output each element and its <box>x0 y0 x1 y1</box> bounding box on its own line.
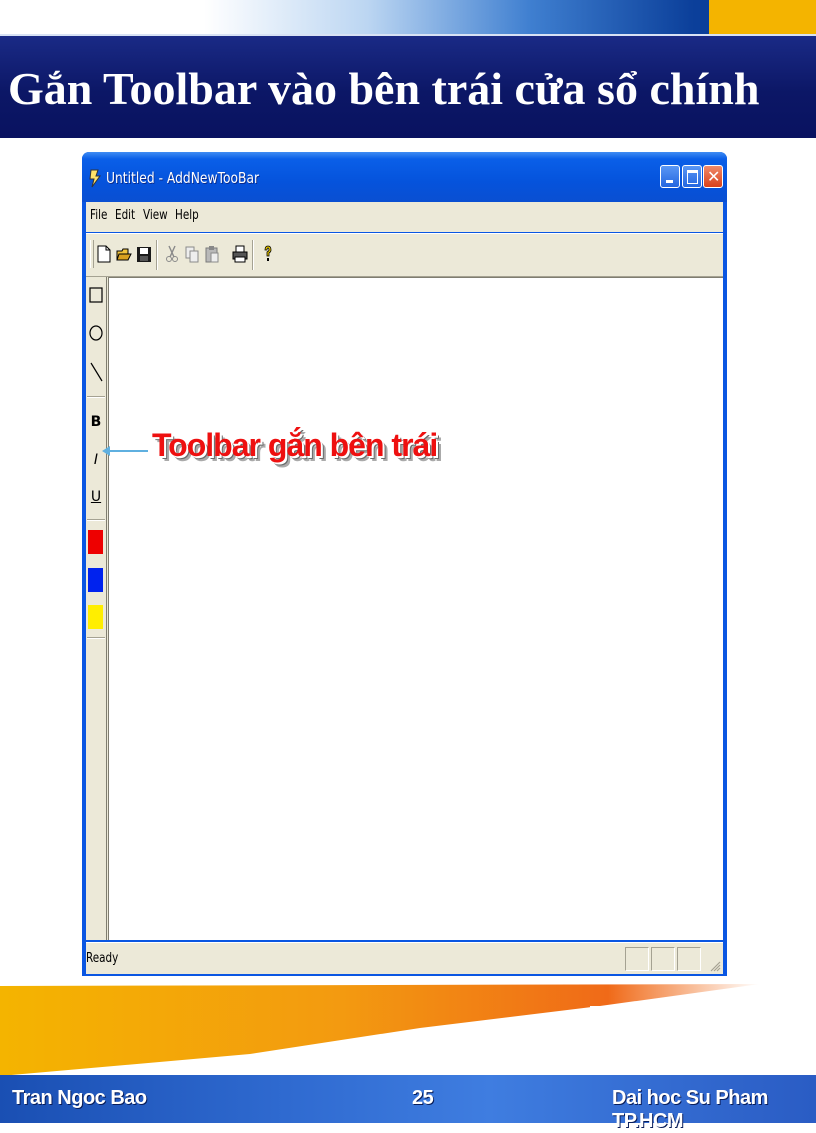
footer-author: Tran Ngoc Bao <box>12 1087 147 1109</box>
color-red-button[interactable] <box>88 530 103 554</box>
menu-help[interactable]: Help <box>175 208 199 223</box>
slide-footer: Tran Ngoc Bao 25 Dai hoc Su Pham TP.HCM <box>0 1075 816 1132</box>
close-icon: ✕ <box>707 167 721 186</box>
footer-page-number: 25 <box>412 1087 434 1109</box>
new-icon[interactable] <box>96 244 112 264</box>
color-blue-button[interactable] <box>88 568 103 592</box>
toolbar-separator <box>252 240 254 270</box>
left-toolbar: B I U <box>86 277 107 940</box>
menu-file[interactable]: File <box>90 208 107 223</box>
footer-school: Dai hoc Su Pham TP.HCM <box>612 1087 768 1132</box>
paste-icon[interactable] <box>204 244 220 264</box>
minimize-button[interactable] <box>660 165 680 188</box>
color-yellow-button[interactable] <box>88 605 103 629</box>
menu-bar: File Edit View Help <box>86 202 723 232</box>
annotation-label: Toolbar gắn bên trái <box>152 427 438 463</box>
resize-grip-icon[interactable] <box>709 960 721 972</box>
window-title-bar[interactable]: Untitled - AddNewTooBar ✕ <box>82 152 727 202</box>
left-toolbar-separator <box>87 519 105 521</box>
copy-icon[interactable] <box>184 244 200 264</box>
print-icon[interactable] <box>232 244 248 264</box>
status-pane <box>651 947 675 971</box>
help-icon[interactable] <box>260 244 276 264</box>
close-button[interactable]: ✕ <box>703 165 723 188</box>
toolbar-grip[interactable] <box>90 240 94 268</box>
main-toolbar <box>86 233 723 277</box>
app-icon <box>89 169 101 188</box>
slide-decor-panel <box>590 1006 790 1072</box>
toolbar-separator <box>156 240 158 270</box>
slide-title-band: Gắn Toolbar vào bên trái cửa sổ chính <box>0 34 816 138</box>
client-area: B I U <box>86 277 723 940</box>
ellipse-icon[interactable] <box>88 323 104 343</box>
left-toolbar-separator <box>87 396 105 398</box>
menu-edit[interactable]: Edit <box>115 208 135 223</box>
cut-icon[interactable] <box>164 244 180 264</box>
maximize-icon <box>687 170 698 184</box>
slide-top-accent <box>709 0 816 34</box>
save-icon[interactable] <box>136 244 152 264</box>
status-pane <box>625 947 649 971</box>
line-icon[interactable] <box>88 361 104 383</box>
left-toolbar-separator <box>87 637 105 639</box>
minimize-icon <box>666 180 673 183</box>
annotation-arrow-icon <box>102 446 148 456</box>
window-title: Untitled - AddNewTooBar <box>106 169 260 187</box>
status-pane <box>677 947 701 971</box>
status-text: Ready <box>86 951 119 966</box>
slide-top-bar <box>0 0 816 34</box>
app-window: Untitled - AddNewTooBar ✕ File Edit View… <box>82 152 727 976</box>
status-bar: Ready <box>86 942 723 974</box>
drawing-canvas[interactable] <box>108 277 723 940</box>
rectangle-icon[interactable] <box>88 285 104 305</box>
slide-title: Gắn Toolbar vào bên trái cửa sổ chính <box>8 63 760 114</box>
menu-view[interactable]: View <box>143 208 168 223</box>
open-icon[interactable] <box>116 244 132 264</box>
bold-button[interactable]: B <box>88 413 104 431</box>
maximize-button[interactable] <box>682 165 702 188</box>
underline-button[interactable]: U <box>88 488 104 506</box>
